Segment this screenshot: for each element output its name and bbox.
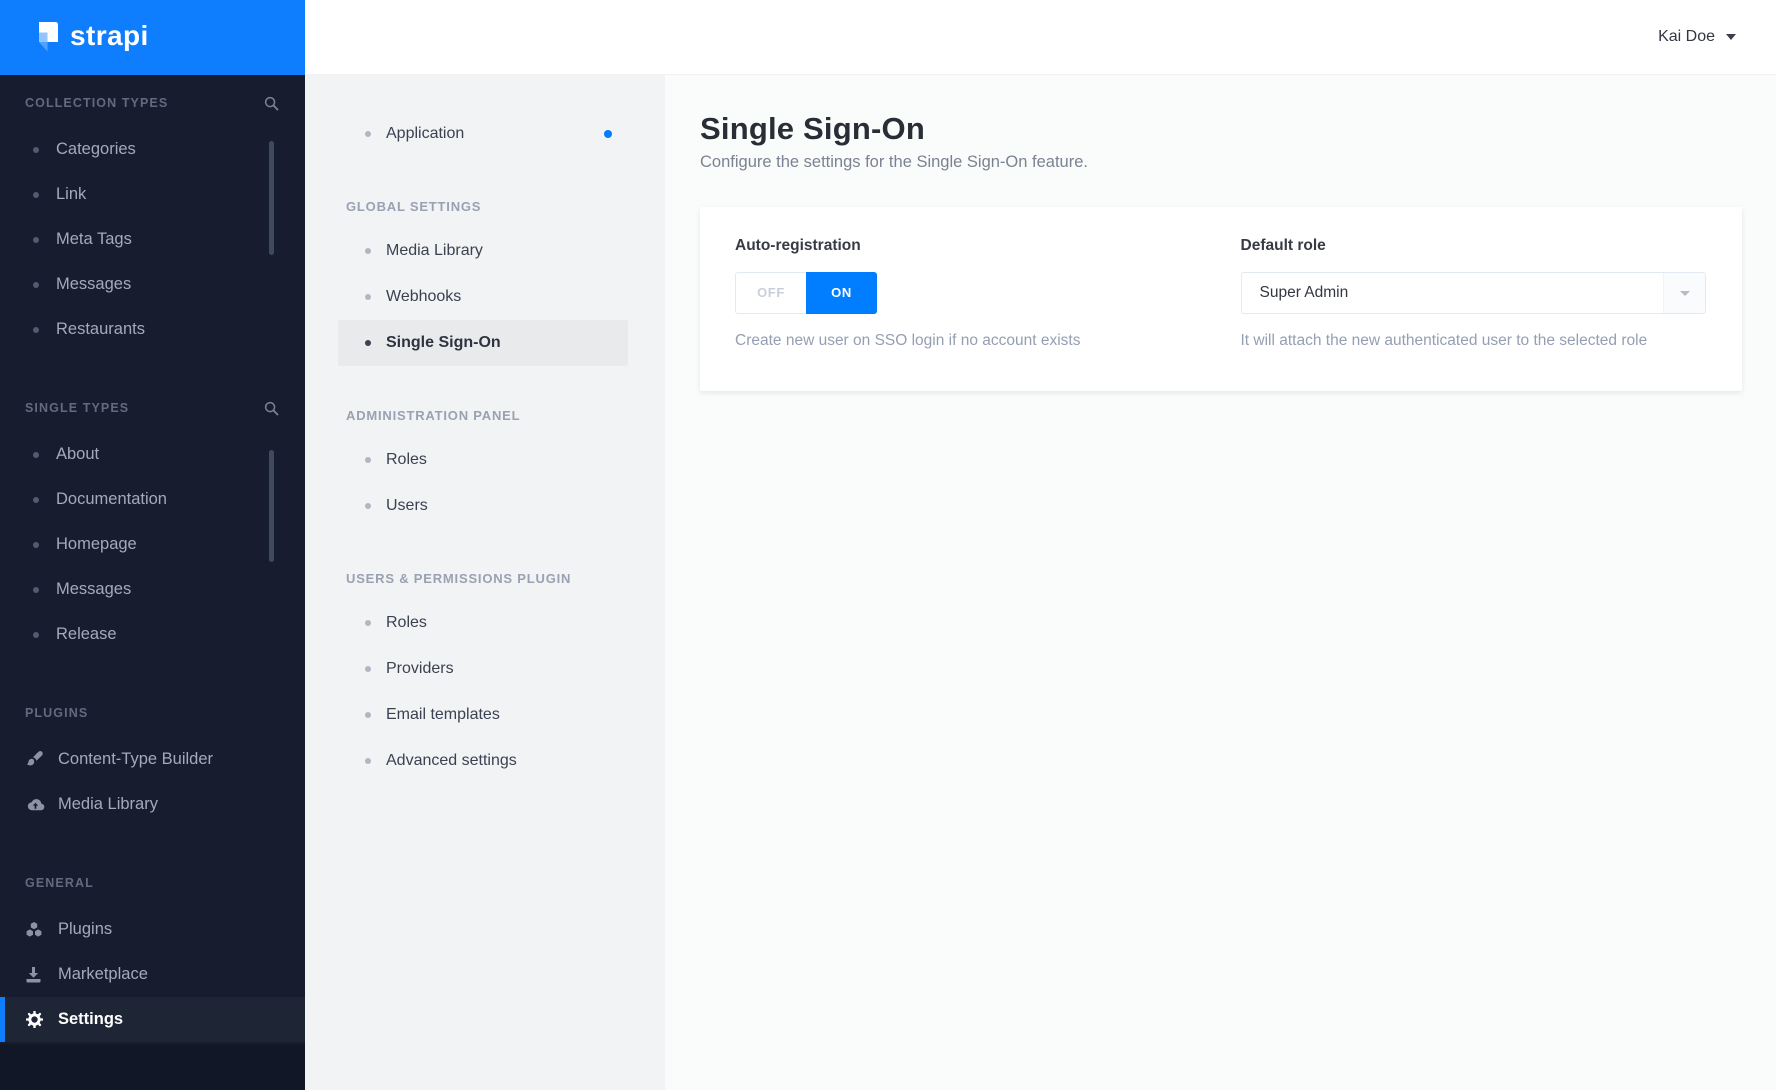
- auto-registration-toggle: OFF ON: [735, 272, 877, 314]
- default-role-field: Default role Super Admin It will attach …: [1240, 237, 1706, 391]
- bullet-icon: [33, 281, 39, 288]
- sidebar-menu: COLLECTION TYPES Categories Link Meta Ta…: [0, 75, 305, 1044]
- settings-nav-item-users[interactable]: Users: [338, 483, 628, 529]
- app-window: strapi COLLECTION TYPES Categories Link …: [0, 0, 1776, 1090]
- bullet-icon: [33, 236, 39, 243]
- settings-nav-section-admin-panel: ADMINISTRATION PANEL Roles Users: [305, 404, 665, 529]
- bullet-icon: [33, 631, 39, 638]
- bullet-icon: [33, 326, 39, 333]
- default-role-select[interactable]: Super Admin: [1240, 272, 1706, 314]
- sidebar-footer: [0, 1044, 305, 1090]
- sidebar-item-documentation[interactable]: Documentation: [0, 477, 305, 522]
- sidebar-item-messages-single[interactable]: Messages: [0, 567, 305, 612]
- default-role-hint: It will attach the new authenticated use…: [1240, 332, 1648, 349]
- default-role-value: Super Admin: [1259, 284, 1349, 301]
- section-title: SINGLE TYPES: [25, 401, 130, 415]
- sidebar-item-homepage[interactable]: Homepage: [0, 522, 305, 567]
- sso-settings-card: Auto-registration OFF ON Create new user…: [700, 207, 1742, 391]
- gear-icon: [26, 1011, 45, 1028]
- bullet-icon: [365, 457, 371, 463]
- topbar: Kai Doe: [305, 0, 1776, 75]
- bullet-icon: [365, 620, 371, 626]
- settings-nav: Application GLOBAL SETTINGS Media Librar…: [305, 75, 665, 1090]
- chevron-down-icon: [1726, 34, 1736, 40]
- bullet-icon: [365, 294, 371, 300]
- section-general: GENERAL Plugins Marketplace Settings: [0, 871, 305, 1042]
- sidebar-item-release[interactable]: Release: [0, 612, 305, 657]
- toggle-off-button[interactable]: OFF: [736, 273, 806, 313]
- section-collection-types: COLLECTION TYPES Categories Link Meta Ta…: [0, 91, 305, 352]
- sidebar-item-categories[interactable]: Categories: [0, 127, 305, 172]
- sidebar-item-settings[interactable]: Settings: [0, 997, 305, 1042]
- section-title: PLUGINS: [25, 706, 89, 720]
- notification-dot: [604, 130, 612, 138]
- bullet-icon: [365, 248, 371, 254]
- settings-nav-section-global: GLOBAL SETTINGS Media Library Webhooks S…: [305, 195, 665, 366]
- settings-nav-item-email-templates[interactable]: Email templates: [338, 692, 628, 738]
- sidebar-item-meta-tags[interactable]: Meta Tags: [0, 217, 305, 262]
- sidebar-item-marketplace[interactable]: Marketplace: [0, 952, 305, 997]
- settings-nav-item-webhooks[interactable]: Webhooks: [338, 274, 628, 320]
- page-subtitle: Configure the settings for the Single Si…: [700, 153, 1088, 171]
- section-title: ADMINISTRATION PANEL: [346, 407, 521, 423]
- sidebar-item-content-type-builder[interactable]: Content-Type Builder: [0, 737, 305, 782]
- user-menu[interactable]: Kai Doe: [1658, 28, 1736, 46]
- user-name: Kai Doe: [1658, 28, 1715, 45]
- cloud-upload-icon: [26, 798, 45, 812]
- settings-nav-item-roles-admin[interactable]: Roles: [338, 437, 628, 483]
- sidebar-item-link[interactable]: Link: [0, 172, 305, 217]
- settings-nav-item-application[interactable]: Application: [338, 111, 628, 157]
- bullet-icon: [33, 496, 39, 503]
- strapi-logo[interactable]: strapi: [0, 0, 305, 75]
- main-content: Single Sign-On Configure the settings fo…: [665, 75, 1776, 1090]
- settings-nav-item-roles-up[interactable]: Roles: [338, 600, 628, 646]
- settings-nav-section-users-permissions: USERS & PERMISSIONS PLUGIN Roles Provide…: [305, 567, 665, 784]
- cubes-icon: [26, 922, 45, 937]
- section-title: GENERAL: [25, 876, 94, 890]
- sidebar-item-media-library[interactable]: Media Library: [0, 782, 305, 827]
- bullet-icon: [33, 451, 39, 458]
- search-icon[interactable]: [264, 96, 279, 111]
- select-caret-zone: [1663, 273, 1705, 313]
- section-single-types: SINGLE TYPES About Documentation Homepag…: [0, 396, 305, 657]
- auto-registration-hint: Create new user on SSO login if no accou…: [735, 332, 1081, 349]
- sidebar-item-about[interactable]: About: [0, 432, 305, 477]
- settings-nav-item-media-library[interactable]: Media Library: [338, 228, 628, 274]
- settings-nav-item-providers[interactable]: Providers: [338, 646, 628, 692]
- sidebar-scrollbar[interactable]: [269, 141, 274, 255]
- bullet-icon: [365, 503, 371, 509]
- download-icon: [26, 966, 45, 983]
- bullet-icon: [365, 340, 371, 346]
- page-title: Single Sign-On: [700, 111, 925, 146]
- chevron-down-icon: [1679, 290, 1690, 296]
- bullet-icon: [33, 541, 39, 548]
- bullet-icon: [33, 146, 39, 153]
- strapi-flag-icon: [30, 21, 59, 54]
- bullet-icon: [365, 131, 371, 137]
- sidebar-item-messages[interactable]: Messages: [0, 262, 305, 307]
- paintbrush-icon: [26, 751, 45, 768]
- default-role-label: Default role: [1240, 237, 1326, 254]
- bullet-icon: [365, 758, 371, 764]
- toggle-on-button[interactable]: ON: [806, 272, 877, 314]
- section-plugins: PLUGINS Content-Type Builder Media Libra…: [0, 701, 305, 827]
- sidebar-item-plugins[interactable]: Plugins: [0, 907, 305, 952]
- sidebar-item-restaurants[interactable]: Restaurants: [0, 307, 305, 352]
- logo-wordmark: strapi: [70, 19, 149, 51]
- sidebar-scrollbar[interactable]: [269, 450, 274, 562]
- settings-nav-item-single-sign-on[interactable]: Single Sign-On: [338, 320, 628, 366]
- settings-nav-item-advanced-settings[interactable]: Advanced settings: [338, 738, 628, 784]
- bullet-icon: [365, 712, 371, 718]
- bullet-icon: [365, 666, 371, 672]
- auto-registration-label: Auto-registration: [735, 237, 861, 254]
- search-icon[interactable]: [264, 401, 279, 416]
- section-title: USERS & PERMISSIONS PLUGIN: [346, 570, 572, 586]
- bullet-icon: [33, 191, 39, 198]
- bullet-icon: [33, 586, 39, 593]
- main-sidebar: strapi COLLECTION TYPES Categories Link …: [0, 0, 305, 1090]
- auto-registration-field: Auto-registration OFF ON Create new user…: [735, 237, 1201, 391]
- section-title: GLOBAL SETTINGS: [346, 198, 482, 214]
- section-title: COLLECTION TYPES: [25, 96, 169, 110]
